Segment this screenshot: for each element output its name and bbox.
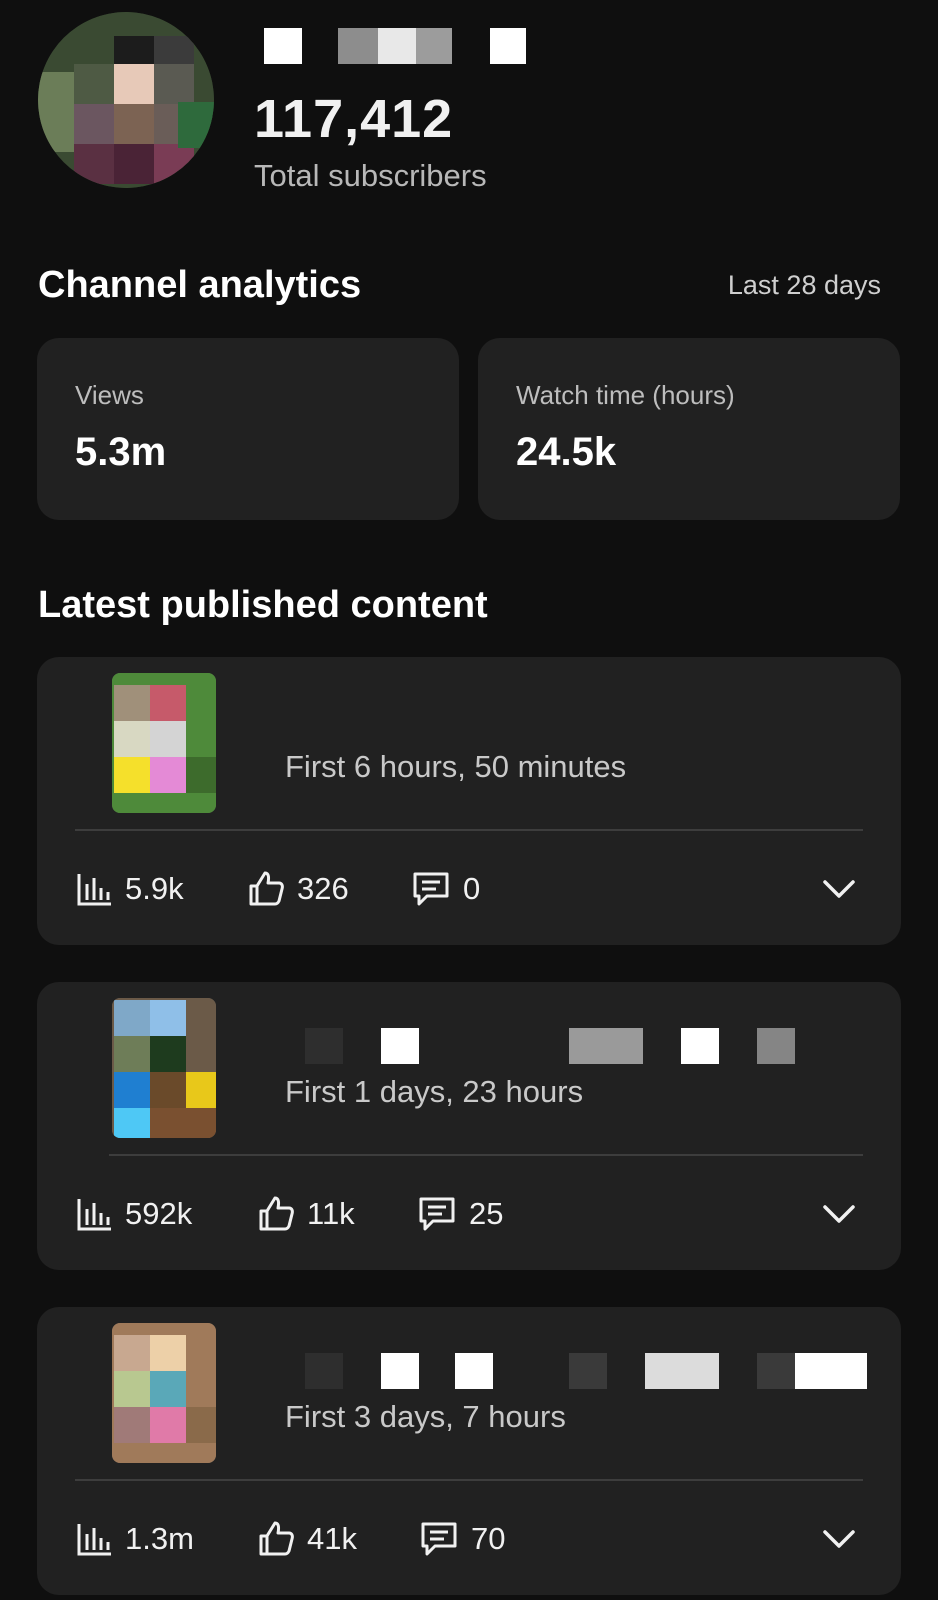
comment-icon <box>419 1197 455 1231</box>
chevron-down-icon[interactable] <box>819 869 859 909</box>
channel-header: 117,412 Total subscribers <box>38 12 900 202</box>
card-divider <box>75 829 863 831</box>
video-time: First 6 hours, 50 minutes <box>285 749 627 784</box>
views-metric: 1.3m <box>75 1520 257 1558</box>
card-divider <box>109 1154 863 1156</box>
thumbs-up-icon <box>249 871 284 906</box>
video-time: First 1 days, 23 hours <box>285 1074 584 1109</box>
watch-time-card[interactable]: Watch time (hours) 24.5k <box>478 338 900 520</box>
likes-metric: 326 <box>247 870 411 908</box>
views-count: 1.3m <box>125 1521 194 1556</box>
subscriber-count: 117,412 <box>254 89 454 149</box>
likes-metric: 11k <box>257 1195 417 1233</box>
comments-count: 25 <box>469 1196 504 1231</box>
analytics-period[interactable]: Last 28 days <box>728 270 881 301</box>
likes-count: 41k <box>307 1521 357 1556</box>
comment-icon <box>413 872 449 906</box>
video-time: First 3 days, 7 hours <box>285 1399 566 1434</box>
views-label: Views <box>75 380 144 410</box>
comments-metric: 25 <box>417 1195 503 1233</box>
watch-time-label: Watch time (hours) <box>516 380 735 410</box>
comments-count: 0 <box>463 871 481 906</box>
analytics-title: Channel analytics <box>38 264 362 306</box>
channel-avatar[interactable] <box>38 12 214 188</box>
card-divider <box>75 1479 863 1481</box>
video-title-redacted <box>263 1353 867 1389</box>
content-card[interactable]: First 3 days, 7 hours 1.3m 41k 70 <box>37 1307 901 1595</box>
latest-content-title: Latest published content <box>38 584 488 626</box>
views-card[interactable]: Views 5.3m <box>37 338 459 520</box>
likes-count: 11k <box>307 1196 355 1231</box>
views-metric: 5.9k <box>75 870 247 908</box>
chevron-down-icon[interactable] <box>819 1194 859 1234</box>
views-metric: 592k <box>75 1195 257 1233</box>
content-card[interactable]: First 1 days, 23 hours 592k 11k 25 <box>37 982 901 1270</box>
video-metrics: 5.9k 326 0 <box>75 867 480 911</box>
video-thumbnail[interactable] <box>112 998 216 1138</box>
video-thumbnail[interactable] <box>112 673 216 813</box>
views-count: 5.9k <box>125 871 184 906</box>
likes-count: 326 <box>297 871 349 906</box>
comments-metric: 0 <box>411 870 480 908</box>
video-metrics: 592k 11k 25 <box>75 1192 503 1236</box>
video-metrics: 1.3m 41k 70 <box>75 1517 505 1561</box>
comment-icon <box>421 1522 457 1556</box>
views-value: 5.3m <box>75 430 167 474</box>
bar-chart-icon <box>77 1524 111 1556</box>
video-title-redacted <box>263 1028 853 1064</box>
content-card[interactable]: First 6 hours, 50 minutes 5.9k 326 0 <box>37 657 901 945</box>
thumbs-up-icon <box>259 1521 294 1556</box>
bar-chart-icon <box>77 1199 111 1231</box>
video-thumbnail[interactable] <box>112 1323 216 1463</box>
comments-metric: 70 <box>419 1520 505 1558</box>
likes-metric: 41k <box>257 1520 419 1558</box>
thumbs-up-icon <box>259 1196 294 1231</box>
comments-count: 70 <box>471 1521 506 1556</box>
watch-time-value: 24.5k <box>516 430 617 474</box>
channel-name-redacted <box>262 26 562 66</box>
chevron-down-icon[interactable] <box>819 1519 859 1559</box>
subscriber-label: Total subscribers <box>254 158 487 193</box>
bar-chart-icon <box>77 874 111 906</box>
views-count: 592k <box>125 1196 193 1231</box>
